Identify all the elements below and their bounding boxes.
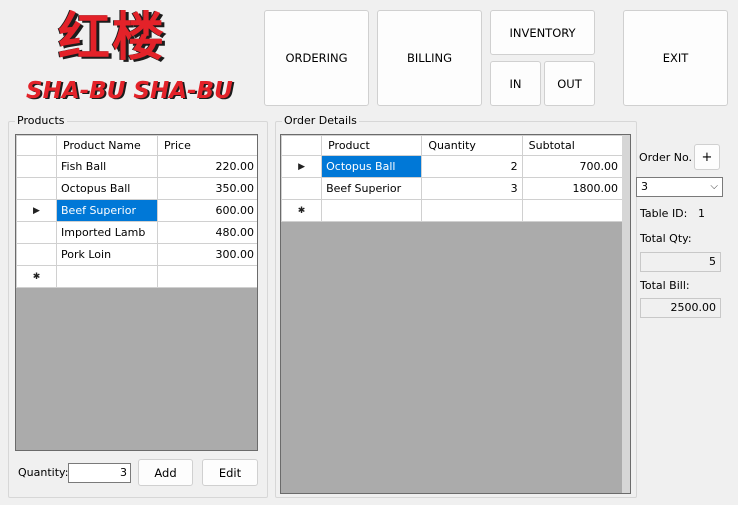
row-header[interactable] <box>16 177 57 200</box>
billing-button[interactable]: BILLING <box>377 10 482 106</box>
new-row-cell[interactable] <box>521 199 624 222</box>
quantity-cell[interactable]: 3 <box>421 177 523 200</box>
total-bill-field: 2500.00 <box>640 298 721 318</box>
column-header-subtotal[interactable]: Subtotal <box>521 135 624 156</box>
products-group-title: Products <box>15 114 67 128</box>
price-cell[interactable]: 600.00 <box>157 199 257 222</box>
current-row-indicator-icon[interactable]: ▶ <box>16 199 57 222</box>
row-header[interactable] <box>281 177 323 200</box>
ordering-button[interactable]: ORDERING <box>264 10 369 106</box>
products-grid[interactable]: Product Name Price Fish Ball 220.00 Octo… <box>15 134 258 451</box>
row-header[interactable] <box>16 243 57 266</box>
new-row-cell[interactable] <box>321 199 423 222</box>
order-no-value: 3 <box>641 180 648 193</box>
table-row[interactable]: ▶ Octopus Ball 2 700.00 <box>281 155 624 178</box>
product-name-cell[interactable]: Octopus Ball <box>56 177 158 200</box>
order-details-group-title: Order Details <box>282 114 359 128</box>
product-name-cell-selected[interactable]: Beef Superior <box>56 199 158 222</box>
new-row-cell[interactable] <box>56 265 158 288</box>
table-row[interactable]: Beef Superior 3 1800.00 <box>281 177 624 200</box>
quantity-label: Quantity: <box>18 466 69 479</box>
row-header[interactable] <box>16 221 57 244</box>
row-header[interactable] <box>16 155 57 178</box>
column-header-product[interactable]: Product <box>321 135 423 156</box>
add-button[interactable]: Add <box>138 459 193 486</box>
price-cell[interactable]: 300.00 <box>157 243 257 266</box>
table-id-label: Table ID: <box>640 207 688 220</box>
new-order-button[interactable]: + <box>694 144 720 170</box>
column-header-product-name[interactable]: Product Name <box>56 135 158 156</box>
product-name-cell[interactable]: Fish Ball <box>56 155 158 178</box>
current-row-indicator-icon[interactable]: ▶ <box>281 155 323 178</box>
table-row[interactable]: ▶ Beef Superior 600.00 <box>16 199 257 222</box>
edit-button[interactable]: Edit <box>202 459 258 486</box>
product-name-cell[interactable]: Pork Loin <box>56 243 158 266</box>
logo-english-title: SHA-BU SHA-BU <box>26 78 233 104</box>
table-id-value: 1 <box>698 207 705 220</box>
row-header-corner <box>281 135 323 156</box>
table-row[interactable]: Imported Lamb 480.00 <box>16 221 257 244</box>
quantity-input[interactable]: 3 <box>68 463 131 483</box>
new-row-icon[interactable]: ✱ <box>281 199 323 222</box>
inventory-in-button[interactable]: IN <box>490 61 541 106</box>
vertical-scrollbar[interactable] <box>622 135 630 493</box>
order-no-label: Order No. <box>639 151 693 164</box>
table-row[interactable]: Fish Ball 220.00 <box>16 155 257 178</box>
price-cell[interactable]: 350.00 <box>157 177 257 200</box>
row-header-corner <box>16 135 57 156</box>
order-details-grid-header: Product Quantity Subtotal <box>281 135 624 156</box>
chevron-down-icon: ⌵ <box>710 181 718 192</box>
logo-chinese-title: 红楼 <box>58 8 167 68</box>
column-header-price[interactable]: Price <box>157 135 257 156</box>
price-cell[interactable]: 480.00 <box>157 221 257 244</box>
product-cell-selected[interactable]: Octopus Ball <box>321 155 423 178</box>
table-row[interactable]: Octopus Ball 350.00 <box>16 177 257 200</box>
inventory-out-button[interactable]: OUT <box>544 61 595 106</box>
order-details-grid[interactable]: Product Quantity Subtotal ▶ Octopus Ball… <box>280 134 631 494</box>
quantity-cell[interactable]: 2 <box>421 155 523 178</box>
subtotal-cell[interactable]: 700.00 <box>521 155 624 178</box>
new-row[interactable]: ✱ <box>281 199 624 222</box>
new-row-icon[interactable]: ✱ <box>16 265 57 288</box>
order-no-dropdown[interactable]: 3 ⌵ <box>636 177 723 197</box>
column-header-quantity[interactable]: Quantity <box>421 135 523 156</box>
total-qty-label: Total Qty: <box>640 232 692 245</box>
products-grid-header: Product Name Price <box>16 135 257 156</box>
new-row-cell[interactable] <box>421 199 523 222</box>
product-cell[interactable]: Beef Superior <box>321 177 423 200</box>
total-bill-label: Total Bill: <box>640 279 690 292</box>
new-row-cell[interactable] <box>157 265 257 288</box>
inventory-button[interactable]: INVENTORY <box>490 10 595 55</box>
exit-button[interactable]: EXIT <box>623 10 728 106</box>
product-name-cell[interactable]: Imported Lamb <box>56 221 158 244</box>
total-qty-field: 5 <box>640 252 721 272</box>
table-row[interactable]: Pork Loin 300.00 <box>16 243 257 266</box>
new-row[interactable]: ✱ <box>16 265 257 288</box>
price-cell[interactable]: 220.00 <box>157 155 257 178</box>
subtotal-cell[interactable]: 1800.00 <box>521 177 624 200</box>
